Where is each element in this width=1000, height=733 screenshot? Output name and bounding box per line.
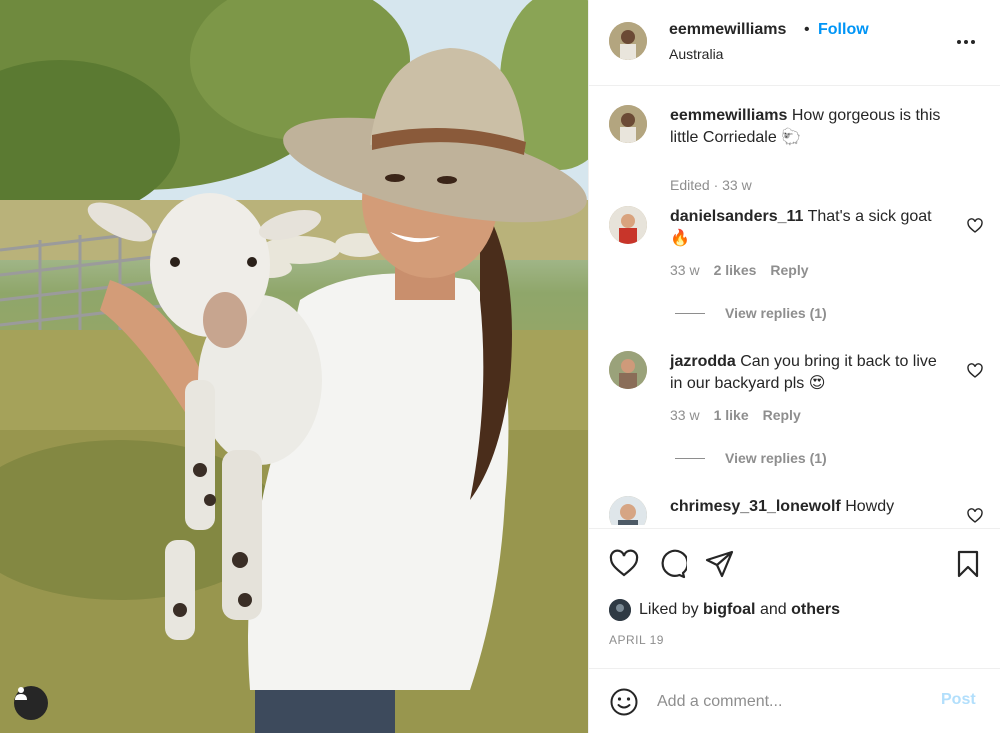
bookmark-icon[interactable] <box>953 549 983 579</box>
comment-body: Howdy <box>845 498 895 515</box>
liked-by-prefix: Liked by <box>639 601 699 619</box>
post-photo <box>0 0 588 733</box>
liked-by-line: Liked by bigfoal and others <box>609 599 840 621</box>
post-sidebar: eemmewilliams • Follow Australia eemmewi… <box>588 0 1000 733</box>
post-actions: Liked by bigfoal and others APRIL 19 <box>589 528 1000 668</box>
replies-line <box>675 457 705 459</box>
comment-meta: 33 w 1 like Reply <box>670 407 801 423</box>
commenter-avatar[interactable] <box>609 351 647 389</box>
reply-button[interactable]: Reply <box>763 407 801 423</box>
comment-text: danielsanders_11 That's a sick goat 🔥 <box>670 206 950 250</box>
replies-line <box>675 312 705 314</box>
comment-like-heart-icon[interactable] <box>967 363 983 379</box>
more-options-icon[interactable] <box>951 30 981 54</box>
comment-bubble-icon[interactable] <box>657 549 687 579</box>
commenter-avatar[interactable] <box>609 496 647 525</box>
post-header: eemmewilliams • Follow Australia <box>589 0 1000 86</box>
follow-button[interactable]: Follow <box>818 21 869 39</box>
comment-likes[interactable]: 1 like <box>714 407 749 423</box>
liked-by-others[interactable]: others <box>791 601 840 618</box>
comment-username[interactable]: jazrodda <box>670 353 736 370</box>
author-username[interactable]: eemmewilliams <box>669 21 786 39</box>
photo-illustration <box>0 0 588 733</box>
comment-text: chrimesy_31_lonewolf Howdy <box>670 496 950 518</box>
user-tag-button[interactable] <box>14 686 48 720</box>
author-avatar[interactable] <box>609 22 647 60</box>
commenter-avatar[interactable] <box>609 206 647 244</box>
comment-text: jazrodda Can you bring it back to live i… <box>670 351 950 395</box>
comment-meta: 33 w 2 likes Reply <box>670 262 809 278</box>
liked-by-user[interactable]: bigfoal <box>703 601 755 618</box>
user-tag-icon <box>15 687 27 700</box>
comment-time: 33 w <box>670 262 700 278</box>
caption-avatar[interactable] <box>609 105 647 143</box>
smiley-icon[interactable] <box>609 687 639 717</box>
caption-text: eemmewilliams How gorgeous is this littl… <box>670 105 950 149</box>
reply-button[interactable]: Reply <box>770 262 808 278</box>
view-replies-label: View replies (1) <box>725 305 827 321</box>
comment-like-heart-icon[interactable] <box>967 218 983 234</box>
post-comment-button[interactable]: Post <box>941 691 976 709</box>
view-replies-button[interactable]: View replies (1) <box>675 450 827 466</box>
comment-likes[interactable]: 2 likes <box>714 262 757 278</box>
liker-avatar[interactable] <box>609 599 631 621</box>
comments-list[interactable]: eemmewilliams How gorgeous is this littl… <box>589 87 1000 525</box>
comment-like-heart-icon[interactable] <box>967 508 983 524</box>
liked-by-and: and <box>759 601 787 619</box>
comment-input[interactable] <box>657 689 927 715</box>
comment-username[interactable]: danielsanders_11 <box>670 208 803 225</box>
caption-username[interactable]: eemmewilliams <box>670 107 787 124</box>
caption-meta: Edited · 33 w <box>670 177 752 193</box>
comment-username[interactable]: chrimesy_31_lonewolf <box>670 498 841 515</box>
add-comment-bar: Post <box>589 668 1000 733</box>
heart-icon[interactable] <box>609 549 639 579</box>
post-location[interactable]: Australia <box>669 46 723 62</box>
post-date[interactable]: APRIL 19 <box>609 633 664 647</box>
view-replies-button[interactable]: View replies (1) <box>675 305 827 321</box>
comment-time: 33 w <box>670 407 700 423</box>
view-replies-label: View replies (1) <box>725 450 827 466</box>
paper-plane-icon[interactable] <box>705 549 735 579</box>
separator-dot: • <box>804 21 810 38</box>
